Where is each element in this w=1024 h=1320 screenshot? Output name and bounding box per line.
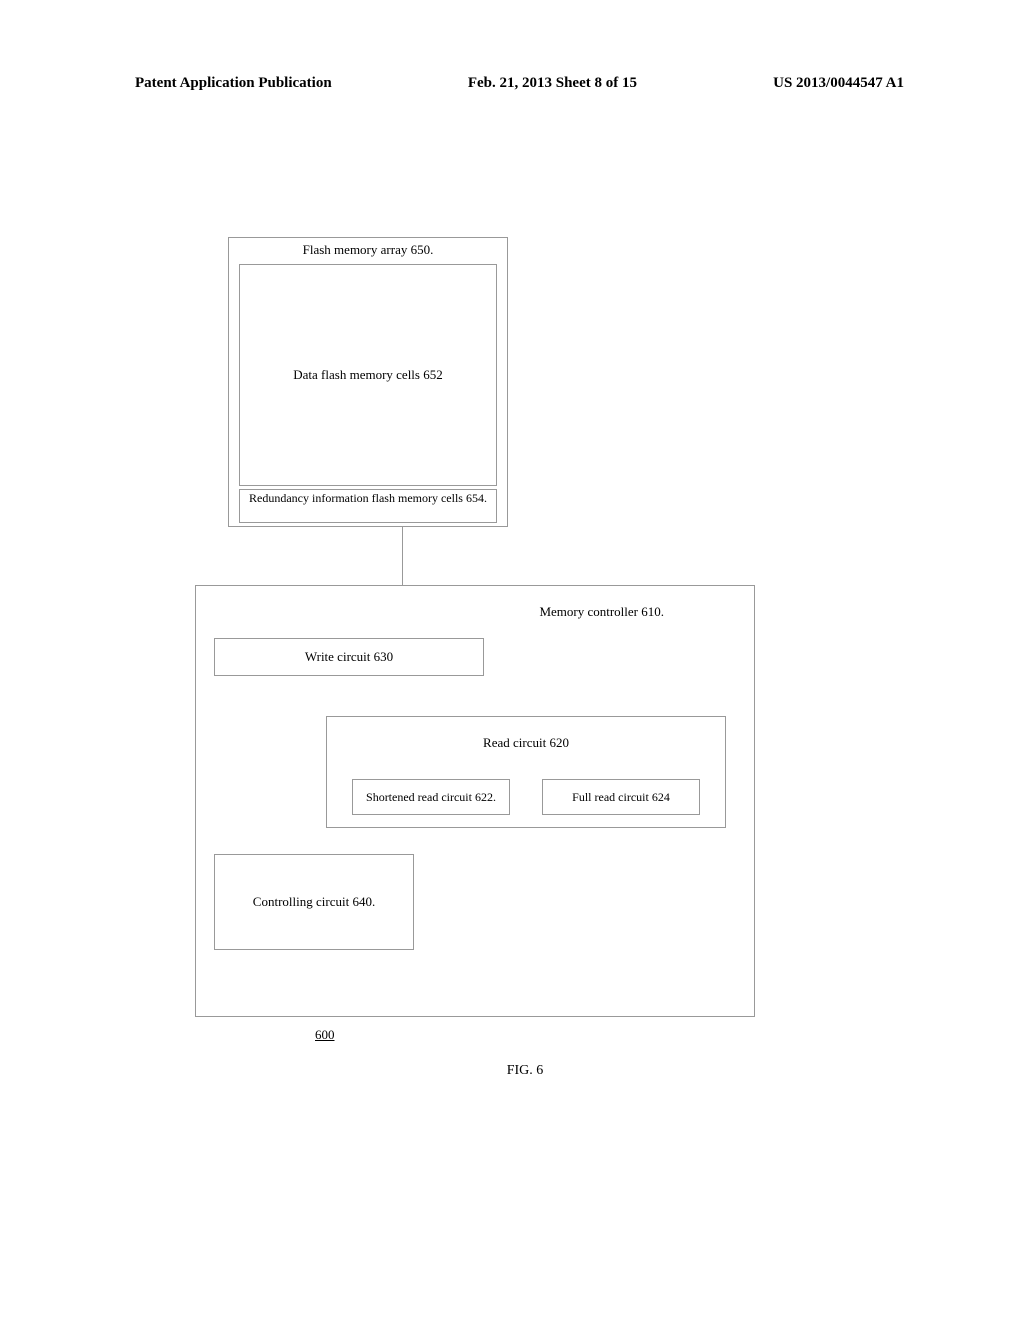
read-circuit-box: Read circuit 620 Shortened read circuit … bbox=[326, 716, 726, 828]
read-subcircuits-row: Shortened read circuit 622. Full read ci… bbox=[352, 779, 700, 815]
full-read-label: Full read circuit 624 bbox=[572, 790, 670, 804]
figure-area: Flash memory array 650. Data flash memor… bbox=[0, 102, 1024, 1302]
header-patent-number: US 2013/0044547 A1 bbox=[773, 75, 904, 92]
flash-array-label: Flash memory array 650. bbox=[229, 242, 507, 258]
controlling-circuit-box: Controlling circuit 640. bbox=[214, 854, 414, 950]
read-circuit-label: Read circuit 620 bbox=[483, 735, 569, 750]
redundancy-cells-label: Redundancy information flash memory cell… bbox=[249, 491, 487, 505]
full-read-box: Full read circuit 624 bbox=[542, 779, 700, 815]
header-date-sheet: Feb. 21, 2013 Sheet 8 of 15 bbox=[468, 75, 637, 92]
block-diagram: Flash memory array 650. Data flash memor… bbox=[195, 237, 755, 1079]
header-publication: Patent Application Publication bbox=[135, 75, 332, 92]
flash-memory-array-box: Flash memory array 650. Data flash memor… bbox=[228, 237, 508, 527]
data-flash-cells-box: Data flash memory cells 652 bbox=[239, 264, 497, 486]
connector-line bbox=[402, 527, 403, 585]
shortened-read-box: Shortened read circuit 622. bbox=[352, 779, 510, 815]
figure-caption: FIG. 6 bbox=[295, 1063, 755, 1079]
page-header: Patent Application Publication Feb. 21, … bbox=[0, 0, 1024, 102]
shortened-read-label: Shortened read circuit 622. bbox=[366, 790, 496, 804]
write-circuit-box: Write circuit 630 bbox=[214, 638, 484, 676]
write-circuit-label: Write circuit 630 bbox=[305, 649, 393, 665]
controller-label: Memory controller 610. bbox=[196, 604, 754, 620]
reference-number: 600 bbox=[315, 1027, 755, 1043]
redundancy-cells-box: Redundancy information flash memory cell… bbox=[239, 489, 497, 523]
data-cells-label: Data flash memory cells 652 bbox=[293, 367, 442, 383]
controlling-circuit-label: Controlling circuit 640. bbox=[253, 894, 375, 910]
memory-controller-box: Memory controller 610. Write circuit 630… bbox=[195, 585, 755, 1017]
